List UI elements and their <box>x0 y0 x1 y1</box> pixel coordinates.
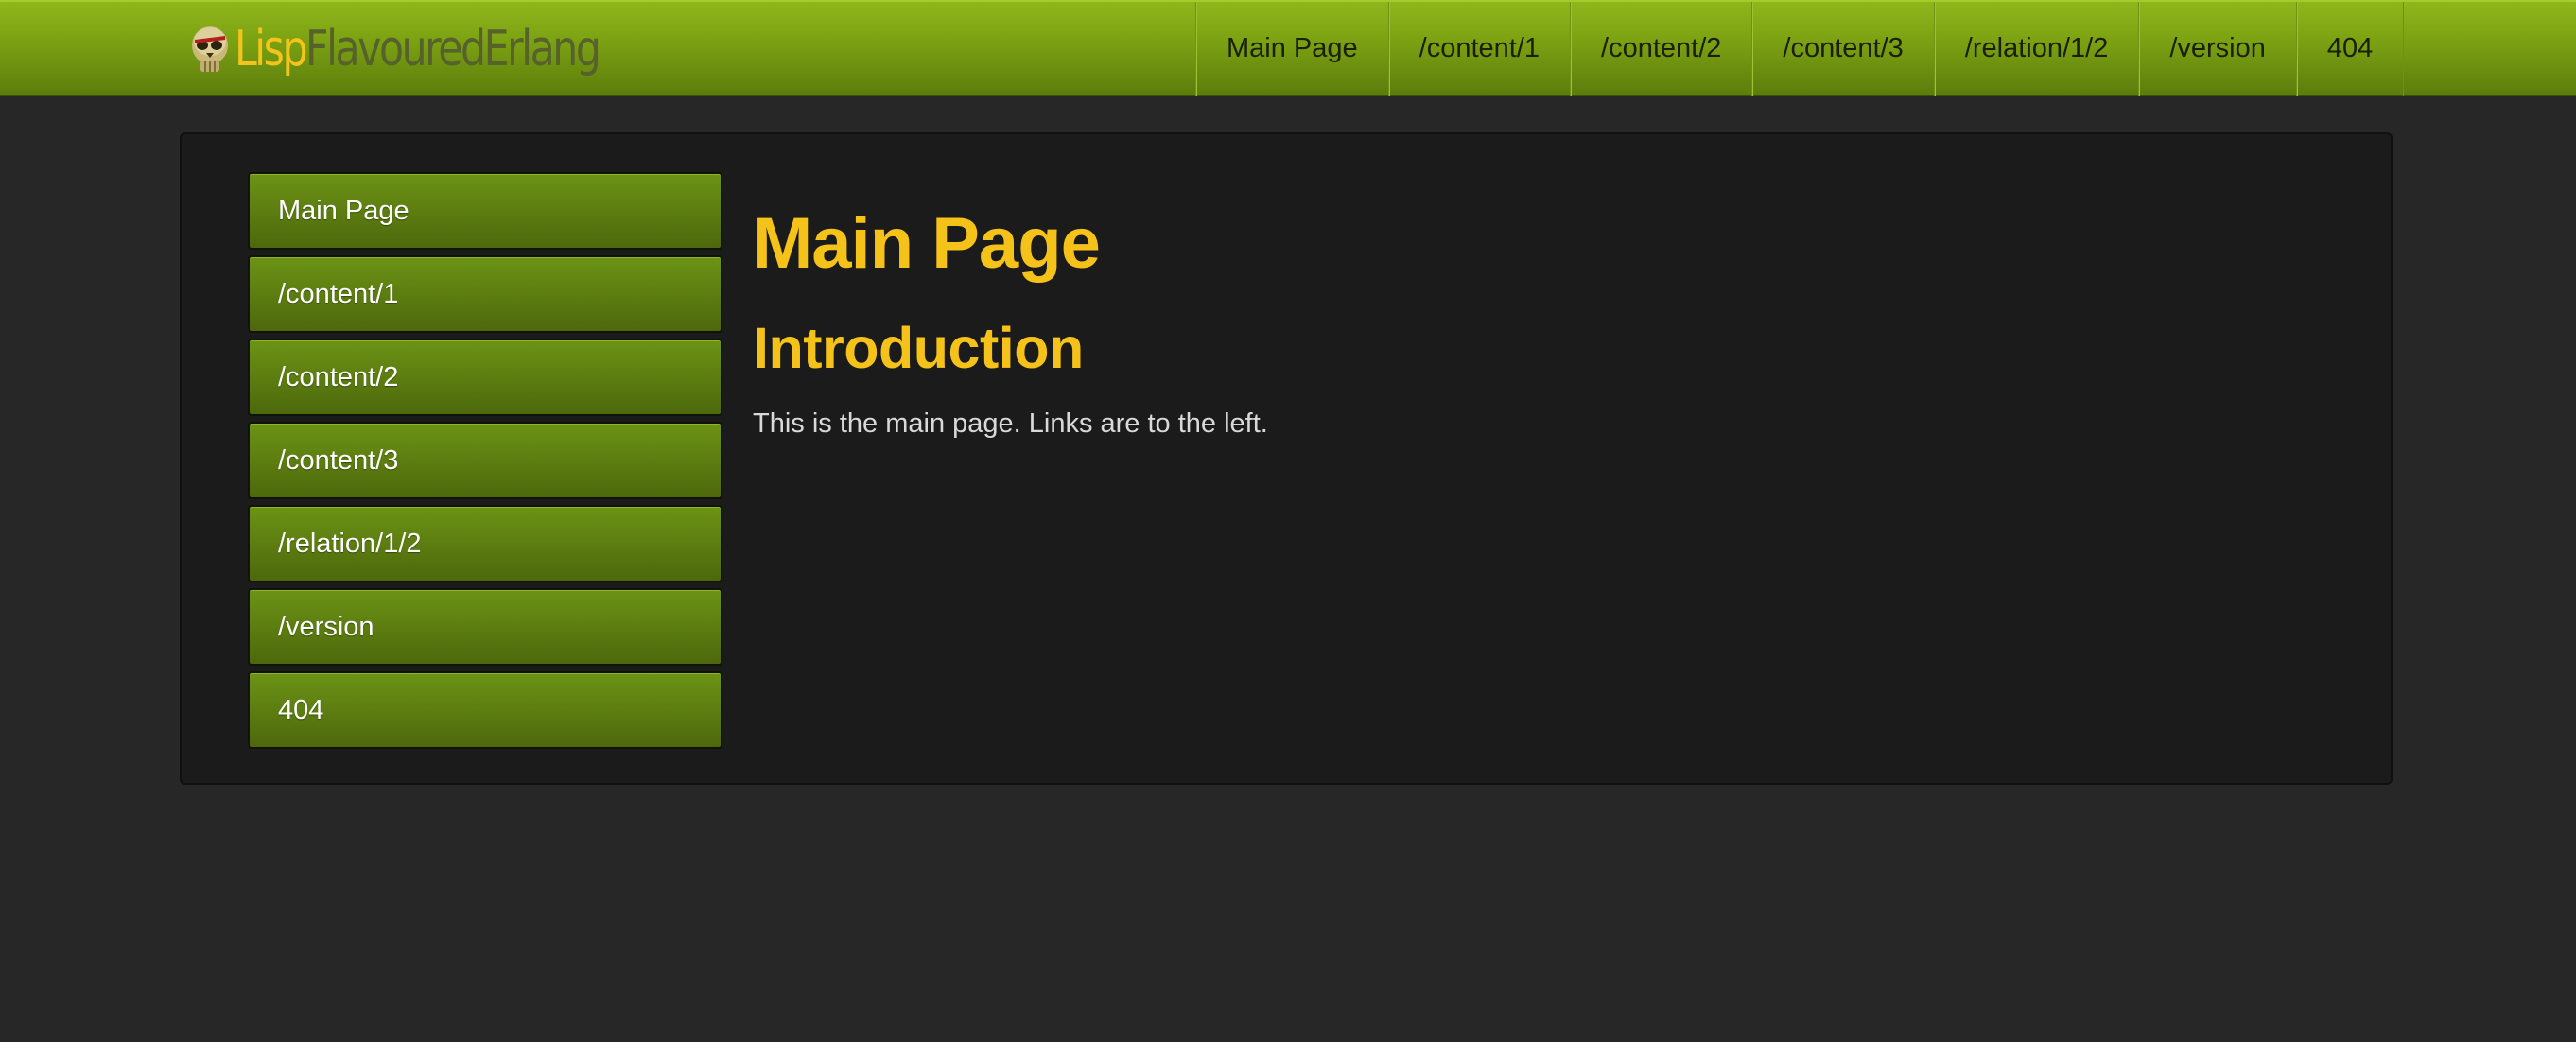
sidebar-item-version[interactable]: /version <box>248 588 722 666</box>
nav-item-main-page[interactable]: Main Page <box>1196 2 1389 96</box>
nav-item-content-3[interactable]: /content/3 <box>1752 2 1935 96</box>
sidebar-item-relation-1-2[interactable]: /relation/1/2 <box>248 505 722 582</box>
sidebar-item-content-1[interactable]: /content/1 <box>248 255 722 333</box>
nav-item-404[interactable]: 404 <box>2297 2 2405 96</box>
sidebar-item-main-page[interactable]: Main Page <box>248 172 722 250</box>
sidebar-item-404[interactable]: 404 <box>248 671 722 749</box>
sidebar-item-content-2[interactable]: /content/2 <box>248 339 722 416</box>
intro-text: This is the main page. Links are to the … <box>753 408 1268 439</box>
sidebar-item-content-3[interactable]: /content/3 <box>248 422 722 499</box>
brand-logo[interactable]: LispFlavouredErlang <box>187 17 679 81</box>
main-panel: Main Page /content/1 /content/2 /content… <box>180 132 2393 785</box>
page-title: Main Page <box>753 203 1101 284</box>
nav-item-version[interactable]: /version <box>2139 2 2297 96</box>
sidebar-menu: Main Page /content/1 /content/2 /content… <box>248 172 722 755</box>
brand-name-lisp: Lisp <box>235 21 308 78</box>
brand-name: LispFlavouredErlang <box>235 25 601 74</box>
nav-item-relation-1-2[interactable]: /relation/1/2 <box>1935 2 2140 96</box>
top-navbar: LispFlavouredErlang Main Page /content/1… <box>0 0 2576 96</box>
nav-item-content-1[interactable]: /content/1 <box>1389 2 1572 96</box>
main-content: Main Page Introduction This is the main … <box>753 208 2360 441</box>
navbar-menu: Main Page /content/1 /content/2 /content… <box>1195 2 2405 96</box>
nav-item-content-2[interactable]: /content/2 <box>1571 2 1753 96</box>
section-heading: Introduction <box>753 316 1084 380</box>
skull-logo-icon <box>192 26 228 72</box>
brand-name-rest: FlavouredErlang <box>305 21 601 78</box>
